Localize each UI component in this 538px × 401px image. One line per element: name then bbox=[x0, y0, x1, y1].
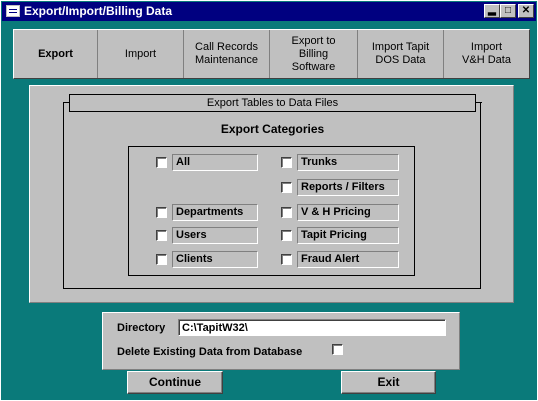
category-clients[interactable]: Clients bbox=[156, 250, 258, 268]
checkbox-vh-pricing[interactable] bbox=[281, 206, 292, 218]
checkbox-trunks[interactable] bbox=[281, 156, 292, 168]
category-trunks[interactable]: Trunks bbox=[281, 153, 399, 171]
category-departments-label: Departments bbox=[172, 203, 258, 221]
category-all[interactable]: All bbox=[156, 153, 258, 171]
delete-existing-label: Delete Existing Data from Database bbox=[117, 346, 303, 358]
window-title: Export/Import/Billing Data bbox=[24, 4, 173, 18]
title-bar: Export/Import/Billing Data ▂ □ ✕ bbox=[2, 2, 536, 21]
directory-label: Directory bbox=[117, 322, 166, 334]
category-all-label: All bbox=[172, 153, 258, 171]
category-vh-pricing-label: V & H Pricing bbox=[297, 203, 399, 221]
delete-existing-checkbox[interactable] bbox=[332, 344, 343, 355]
category-reports-filters[interactable]: Reports / Filters bbox=[281, 178, 399, 196]
category-tapit-pricing[interactable]: Tapit Pricing bbox=[281, 226, 399, 244]
category-vh-pricing[interactable]: V & H Pricing bbox=[281, 203, 399, 221]
tab-import-tapit-dos-data[interactable]: Import Tapit DOS Data bbox=[358, 30, 444, 78]
checkbox-clients[interactable] bbox=[156, 253, 167, 265]
category-trunks-label: Trunks bbox=[297, 153, 399, 171]
directory-input[interactable] bbox=[178, 319, 446, 336]
maximize-button[interactable]: □ bbox=[500, 4, 516, 18]
category-tapit-pricing-label: Tapit Pricing bbox=[297, 226, 399, 244]
checkbox-all[interactable] bbox=[156, 156, 167, 168]
tab-export[interactable]: Export bbox=[14, 30, 98, 78]
categories-title: Export Categories bbox=[220, 122, 325, 136]
continue-button[interactable]: Continue bbox=[127, 371, 223, 394]
close-button[interactable]: ✕ bbox=[518, 4, 534, 18]
category-clients-label: Clients bbox=[172, 250, 258, 268]
options-panel: Directory Delete Existing Data from Data… bbox=[102, 312, 460, 370]
category-users[interactable]: Users bbox=[156, 226, 258, 244]
checkbox-users[interactable] bbox=[156, 229, 167, 241]
tab-call-records-maintenance[interactable]: Call Records Maintenance bbox=[184, 30, 270, 78]
category-fraud-alert-label: Fraud Alert bbox=[297, 250, 399, 268]
category-users-label: Users bbox=[172, 226, 258, 244]
exit-button[interactable]: Exit bbox=[341, 371, 436, 394]
tab-export-to-billing-software[interactable]: Export to Billing Software bbox=[270, 30, 358, 78]
form-icon bbox=[6, 5, 20, 17]
frame-label: Export Tables to Data Files bbox=[69, 94, 476, 112]
category-fraud-alert[interactable]: Fraud Alert bbox=[281, 250, 399, 268]
minimize-button[interactable]: ▂ bbox=[484, 4, 500, 18]
checkbox-tapit-pricing[interactable] bbox=[281, 229, 292, 241]
category-departments[interactable]: Departments bbox=[156, 203, 258, 221]
tab-import-vh-data[interactable]: Import V&H Data bbox=[444, 30, 529, 78]
tab-bar: Export Import Call Records Maintenance E… bbox=[13, 29, 530, 79]
checkbox-reports-filters[interactable] bbox=[281, 181, 292, 193]
checkbox-fraud-alert[interactable] bbox=[281, 253, 292, 265]
export-panel: Export Tables to Data Files Export Categ… bbox=[29, 85, 514, 303]
category-reports-filters-label: Reports / Filters bbox=[297, 178, 399, 196]
export-import-window: Export/Import/Billing Data ▂ □ ✕ Export … bbox=[0, 0, 538, 401]
tab-import[interactable]: Import bbox=[98, 30, 184, 78]
checkbox-departments[interactable] bbox=[156, 206, 167, 218]
